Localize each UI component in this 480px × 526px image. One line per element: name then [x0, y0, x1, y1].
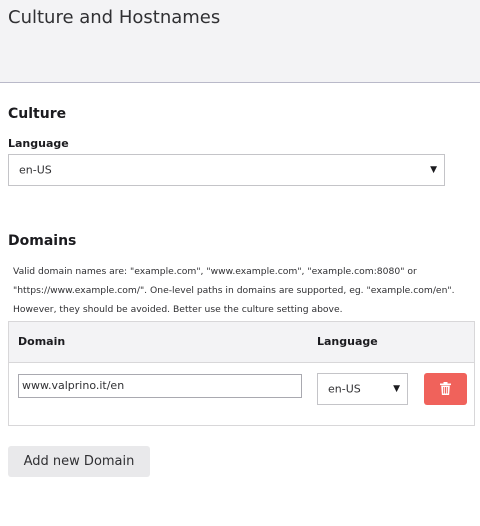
help-line: Valid domain names are: "example.com", "…	[13, 266, 417, 277]
language-label: Language	[8, 137, 69, 150]
column-header-language: Language	[317, 335, 378, 348]
help-line: "https://www.example.com/". One-level pa…	[13, 285, 455, 296]
delete-domain-button[interactable]	[424, 373, 467, 405]
column-header-domain: Domain	[18, 335, 66, 348]
trash-icon	[440, 382, 451, 395]
page-header: Culture and Hostnames	[0, 0, 480, 83]
culture-section-title: Culture	[8, 106, 67, 122]
culture-language-value: en-US	[19, 163, 52, 177]
culture-language-select[interactable]: en-US ▼	[8, 154, 445, 186]
domain-language-value: en-US	[328, 382, 361, 396]
caret-down-icon: ▼	[393, 384, 400, 394]
help-line: However, they should be avoided. Better …	[13, 304, 343, 315]
domains-section-title: Domains	[8, 233, 77, 249]
add-new-domain-button[interactable]: Add new Domain	[8, 446, 150, 477]
table-header: Domain Language	[9, 322, 474, 363]
caret-down-icon: ▼	[430, 165, 437, 175]
domains-help-text: Valid domain names are: "example.com", "…	[13, 262, 473, 319]
domain-input[interactable]: www.valprino.it/en	[18, 374, 302, 398]
domain-language-select[interactable]: en-US ▼	[317, 373, 408, 405]
page-title: Culture and Hostnames	[8, 7, 221, 28]
domains-table: Domain Language www.valprino.it/en en-US…	[8, 321, 475, 426]
